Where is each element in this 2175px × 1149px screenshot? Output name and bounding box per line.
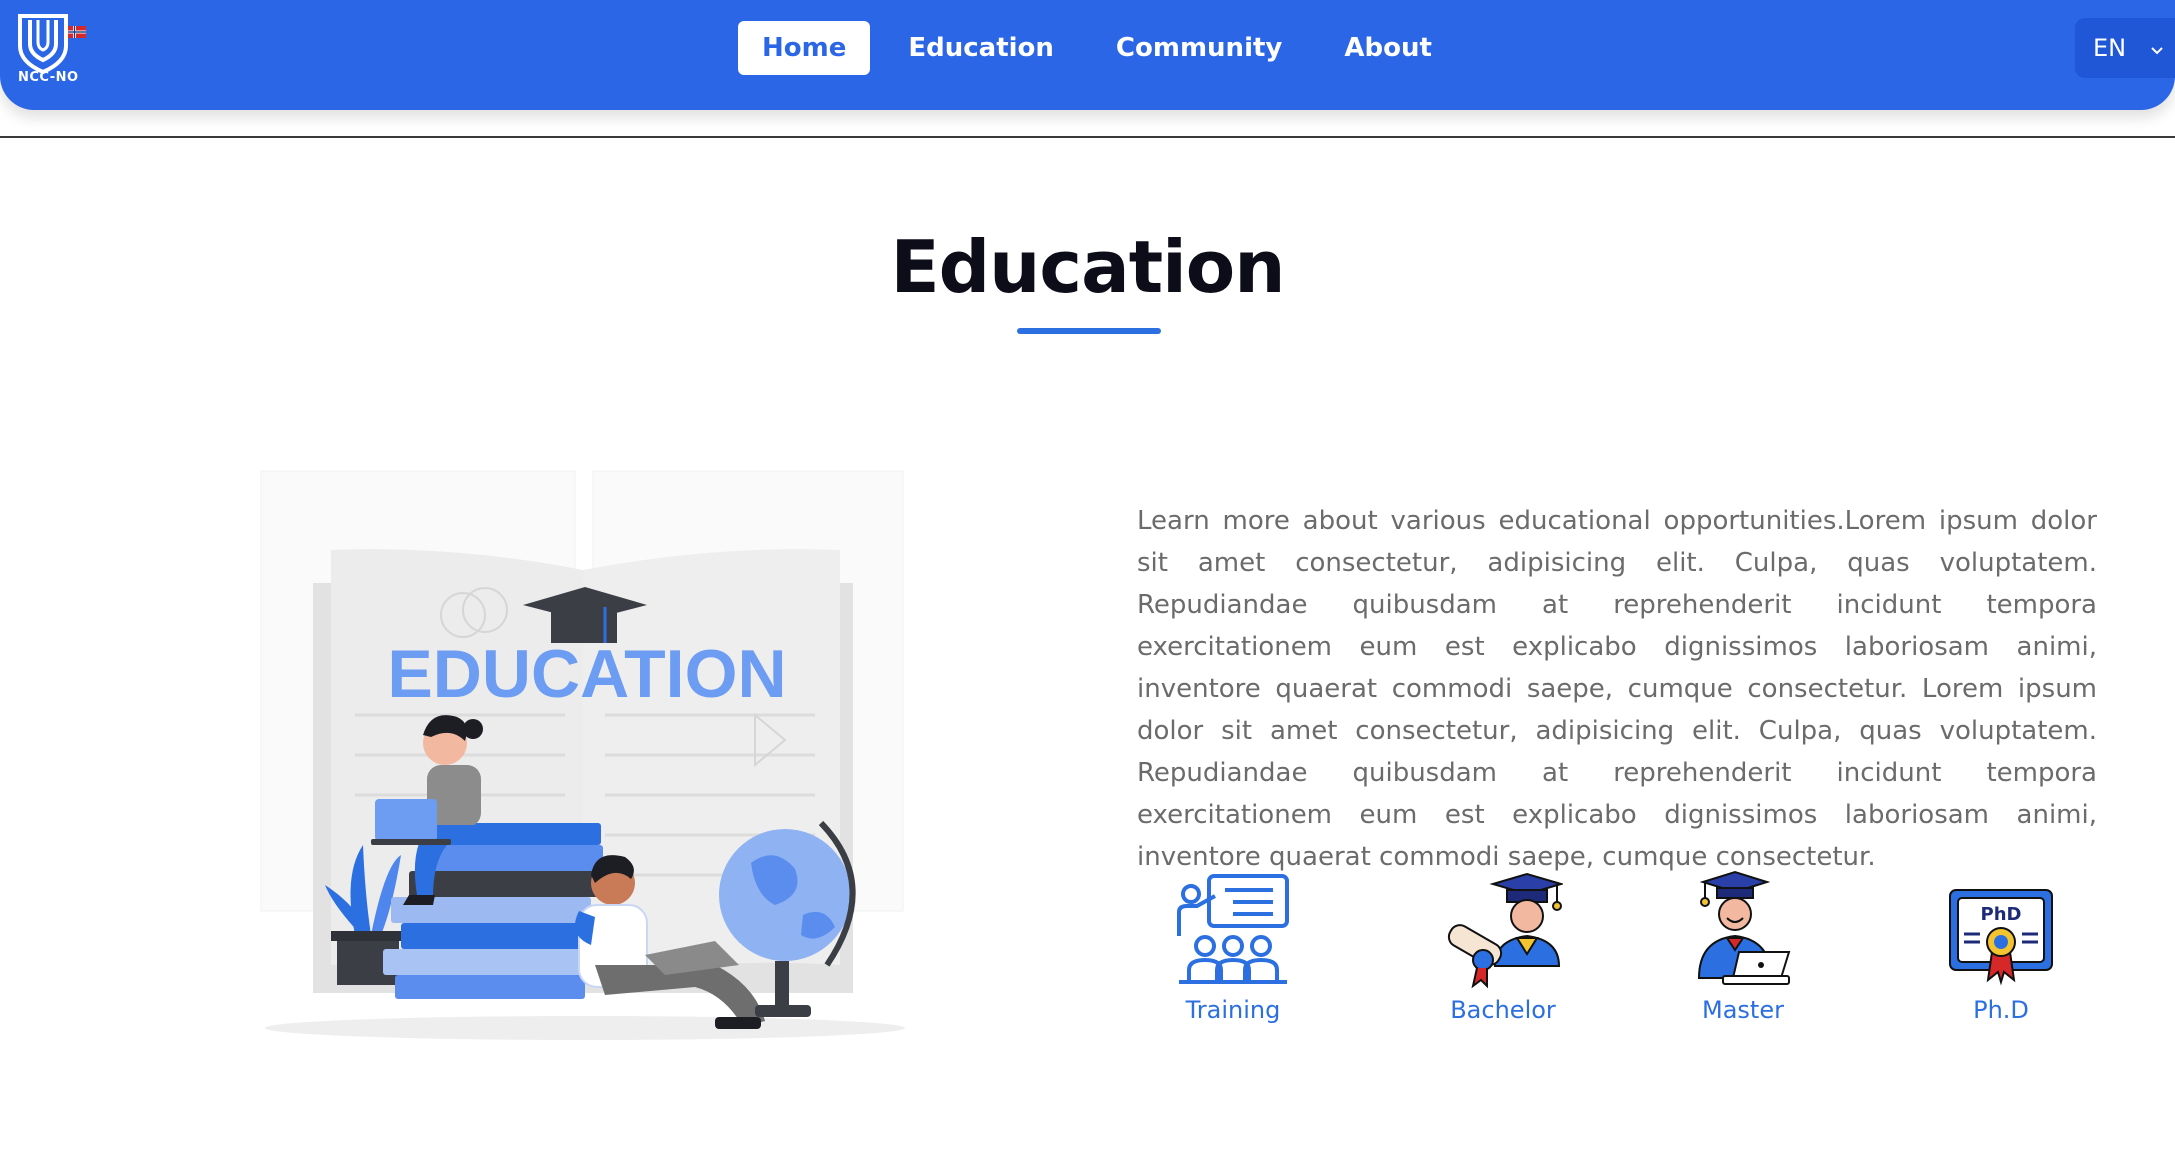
bachelor-label: Bachelor bbox=[1450, 996, 1556, 1024]
page-title: Education bbox=[890, 225, 1285, 309]
top-navbar: NCC-NO Home Education Community About EN bbox=[0, 0, 2175, 110]
illustration-text: EDUCATION bbox=[387, 636, 786, 712]
phd-badge-text: PhD bbox=[1981, 904, 2022, 925]
phd-icon: PhD bbox=[1949, 889, 2053, 986]
phd-card[interactable]: PhD Ph.D bbox=[1921, 870, 2081, 1024]
education-illustration: EDUCATION bbox=[195, 465, 985, 1045]
language-select[interactable]: EN bbox=[2075, 18, 2175, 78]
chevron-down-icon bbox=[2149, 36, 2165, 64]
training-card[interactable]: Training bbox=[1153, 870, 1313, 1024]
main-nav: Home Education Community About bbox=[738, 21, 1456, 75]
phd-label: Ph.D bbox=[1973, 996, 2029, 1024]
master-icon bbox=[1697, 870, 1791, 985]
nav-about[interactable]: About bbox=[1320, 21, 1456, 75]
logo-text: NCC-NO bbox=[18, 70, 79, 85]
title-underline bbox=[1017, 328, 1161, 334]
training-label: Training bbox=[1185, 996, 1281, 1024]
bachelor-icon bbox=[1447, 872, 1563, 989]
language-value: EN bbox=[2093, 34, 2127, 62]
header-divider bbox=[0, 136, 2175, 138]
nav-community[interactable]: Community bbox=[1092, 21, 1306, 75]
bachelor-card[interactable]: Bachelor bbox=[1423, 870, 1583, 1024]
nav-education[interactable]: Education bbox=[884, 21, 1078, 75]
education-description: Learn more about various educational opp… bbox=[1137, 506, 2097, 872]
master-card[interactable]: Master bbox=[1663, 870, 1823, 1024]
nav-home[interactable]: Home bbox=[738, 21, 871, 75]
master-label: Master bbox=[1702, 996, 1784, 1024]
education-levels: Training Bachelor Master PhD Ph.D bbox=[1137, 870, 2097, 1030]
training-icon bbox=[1177, 874, 1289, 984]
